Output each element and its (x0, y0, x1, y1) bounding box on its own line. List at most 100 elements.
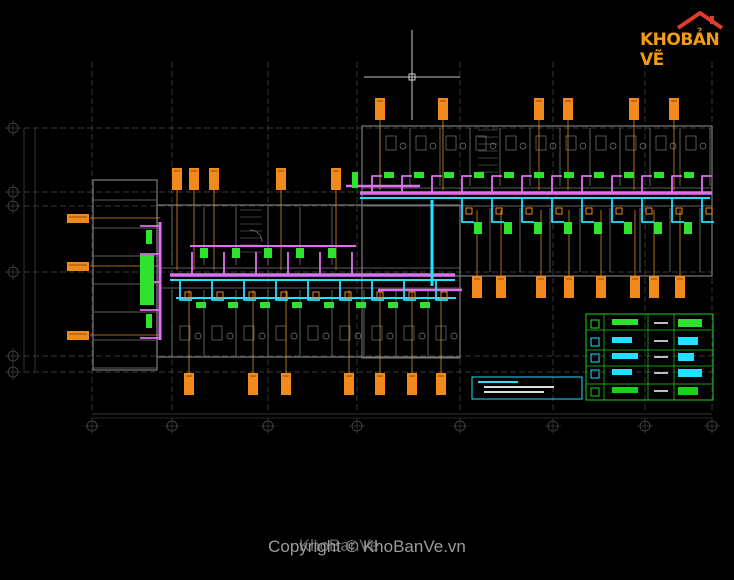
stair-curve (249, 229, 263, 243)
fixture-bath-s (307, 325, 319, 341)
fixture-basin-s (290, 332, 298, 340)
fan-coil-e-s (474, 222, 482, 234)
fixture-bath-s (179, 325, 191, 341)
duct-stub-e-n (431, 175, 442, 193)
fan-coil-units (140, 172, 713, 328)
fixture-bath-s (243, 325, 255, 341)
legend-desc-3 (612, 369, 632, 375)
fan-coil-n (200, 248, 208, 258)
note-line-2 (484, 386, 554, 388)
fan-coil-s (292, 302, 302, 308)
fixture-basin-s (322, 332, 330, 340)
note-line-3 (484, 391, 544, 393)
wall-east-block (361, 125, 713, 277)
fan-coil-s (260, 302, 270, 308)
fixture-basin-s (386, 332, 394, 340)
fixture-basin-s (418, 332, 426, 340)
fan-coil-s (228, 302, 238, 308)
fan-coil-e-n (474, 172, 484, 178)
copyright-watermark: KhoBanVe Copyright © KhoBanVe.vn (0, 536, 734, 557)
fan-coil-e-n (594, 172, 604, 178)
fan-coil-s (324, 302, 334, 308)
diffuser-marker-e (555, 207, 563, 215)
fan-coil-s (356, 302, 366, 308)
legend-symbol-2 (590, 353, 600, 363)
fan-coil-e-n (384, 172, 394, 178)
legend-desc-2 (612, 353, 638, 359)
diffuser-marker-e (585, 207, 593, 215)
fan-coil-e-n (564, 172, 574, 178)
duct-stub-e-n (581, 175, 592, 193)
fixture-basin-n (459, 142, 467, 150)
fan-coil-n (296, 248, 304, 258)
duct-stub-e-n (371, 175, 382, 193)
legend-note-0 (678, 319, 702, 327)
fan-coil-e-s (594, 222, 602, 234)
fixture-bath-n (505, 135, 517, 151)
building-walls (92, 125, 713, 371)
fixture-bath-s (275, 325, 287, 341)
duct-stub-e-n (701, 175, 712, 193)
fan-coil-core (352, 172, 358, 188)
fixture-bath-s (403, 325, 415, 341)
fixture-basin-n (669, 142, 677, 150)
diffuser-marker-e (645, 207, 653, 215)
duct-stub-e-n (401, 175, 412, 193)
fan-coil-e-s (684, 222, 692, 234)
fixture-basin-n (519, 142, 527, 150)
legend-spec-2 (654, 356, 668, 358)
fixture-basin-n (429, 142, 437, 150)
cad-viewport[interactable]: KHOBẢN VẼ KhoBanVe Copyright © KhoBanVe.… (0, 0, 734, 576)
logo-text: KHOBẢN VẼ (640, 30, 728, 70)
fan-coil-w (146, 314, 152, 328)
watermark-text: Copyright © KhoBanVe.vn (268, 537, 466, 556)
fan-coil-s (420, 302, 430, 308)
leader-lines (90, 120, 681, 374)
fan-coil-e-n (624, 172, 634, 178)
diffuser-marker-e (675, 207, 683, 215)
fixture-basin-s (450, 332, 458, 340)
fixture-bath-n (565, 135, 577, 151)
legend-desc-4 (612, 387, 638, 393)
fan-coil-e-n (534, 172, 544, 178)
fan-coil-e-n (444, 172, 454, 178)
legend-spec-4 (654, 390, 668, 392)
diffuser-marker-e (705, 207, 713, 215)
fan-coil-e-n (684, 172, 694, 178)
legend-symbol-0 (590, 319, 600, 329)
fixture-bath-n (655, 135, 667, 151)
duct-stub-e-n (641, 175, 652, 193)
note-line-1 (478, 381, 518, 383)
fan-coil-e-s (654, 222, 662, 234)
legend-desc-0 (612, 319, 638, 325)
fan-coil-e-s (564, 222, 572, 234)
fan-coil-n (232, 248, 240, 258)
duct-stub-e-n (671, 175, 682, 193)
fixture-basin-n (579, 142, 587, 150)
fixture-bath-n (535, 135, 547, 151)
legend-symbol-4 (590, 387, 600, 397)
logo-kho: KHO (640, 30, 681, 50)
fan-coil-e-n (504, 172, 514, 178)
fixture-bath-s (211, 325, 223, 341)
fixture-bath-n (415, 135, 427, 151)
fixture-basin-n (699, 142, 707, 150)
fixture-bath-s (371, 325, 383, 341)
fan-coil-s (196, 302, 206, 308)
fixture-basin-s (354, 332, 362, 340)
riser-tag-west-1 (67, 262, 89, 271)
legend-note-3 (678, 369, 702, 377)
fan-coil-w-large (140, 255, 154, 305)
fan-coil-e-s (534, 222, 542, 234)
legend-note-1 (678, 337, 698, 345)
fan-coil-n (264, 248, 272, 258)
fan-coil-e-n (654, 172, 664, 178)
diffuser-marker-e (615, 207, 623, 215)
duct-stub-e-n (551, 175, 562, 193)
fixture-basin-n (399, 142, 407, 150)
fixture-bath-n (385, 135, 397, 151)
duct-stub-e-n (521, 175, 532, 193)
duct-stub-e-n (611, 175, 622, 193)
duct-stub-e-n (461, 175, 472, 193)
fixture-bath-n (475, 135, 487, 151)
